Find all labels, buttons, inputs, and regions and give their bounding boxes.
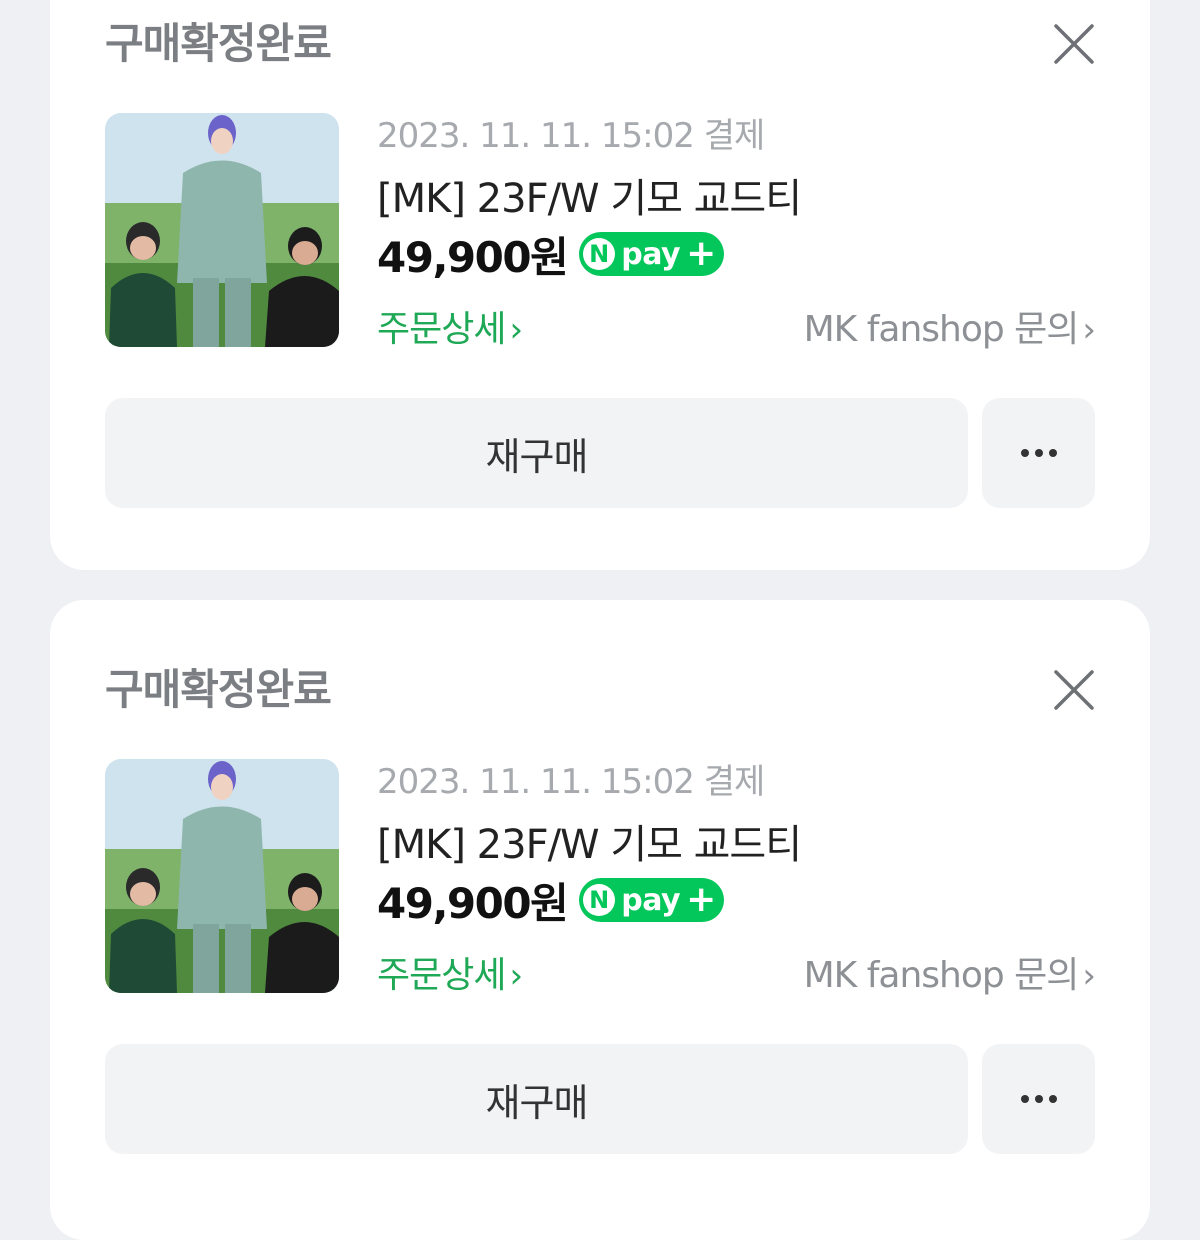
order-date: 2023. 11. 11. 15:02 결제 [377, 762, 765, 802]
npay-logo: N pay + [579, 232, 725, 276]
order-detail-link[interactable]: 주문상세 › [377, 300, 523, 352]
npay-n-mark: N [583, 238, 616, 270]
seller-inquiry-link[interactable]: MK fanshop 문의 › [803, 946, 1096, 998]
npay-pay-text: pay [621, 882, 681, 918]
order-status: 구매확정완료 [105, 19, 332, 68]
rebuy-button[interactable]: 재구매 [105, 398, 968, 508]
npay-logo: N pay + [579, 878, 725, 922]
product-title[interactable]: [MK] 23F/W 기모 교드티 [377, 166, 802, 224]
order-status: 구매확정완료 [105, 665, 332, 714]
chevron-right-icon: › [509, 956, 523, 996]
order-detail-label: 주문상세 [377, 955, 506, 996]
product-title[interactable]: [MK] 23F/W 기모 교드티 [377, 812, 802, 870]
rebuy-button[interactable]: 재구매 [105, 1044, 968, 1154]
more-button[interactable] [982, 1044, 1095, 1154]
order-date: 2023. 11. 11. 15:02 결제 [377, 116, 765, 156]
product-price: 49,900원 [377, 232, 569, 282]
npay-plus-mark: + [686, 879, 717, 920]
chevron-right-icon: › [509, 310, 523, 350]
more-icon [1020, 449, 1057, 457]
more-button[interactable] [982, 398, 1095, 508]
npay-n-mark: N [583, 884, 616, 916]
more-icon [1020, 1095, 1057, 1103]
close-icon[interactable] [1050, 20, 1098, 68]
order-card: 구매확정완료 2023. 11. 11. 15:02 결제 [MK] 23F/W… [50, 0, 1150, 570]
order-detail-label: 주문상세 [377, 309, 506, 350]
product-thumbnail[interactable] [105, 113, 339, 347]
product-price: 49,900원 [377, 878, 569, 928]
price-row: 49,900원 N pay + [377, 872, 725, 928]
chevron-right-icon: › [1082, 956, 1096, 996]
npay-pay-text: pay [621, 236, 681, 272]
chevron-right-icon: › [1082, 310, 1096, 350]
seller-inquiry-label: MK fanshop 문의 [803, 955, 1080, 996]
product-thumbnail[interactable] [105, 759, 339, 993]
npay-plus-mark: + [686, 233, 717, 274]
order-card: 구매확정완료 2023. 11. 11. 15:02 결제 [MK] 23F/W… [50, 600, 1150, 1240]
seller-inquiry-label: MK fanshop 문의 [803, 309, 1080, 350]
seller-inquiry-link[interactable]: MK fanshop 문의 › [803, 300, 1096, 352]
order-detail-link[interactable]: 주문상세 › [377, 946, 523, 998]
price-row: 49,900원 N pay + [377, 226, 725, 282]
close-icon[interactable] [1050, 666, 1098, 714]
